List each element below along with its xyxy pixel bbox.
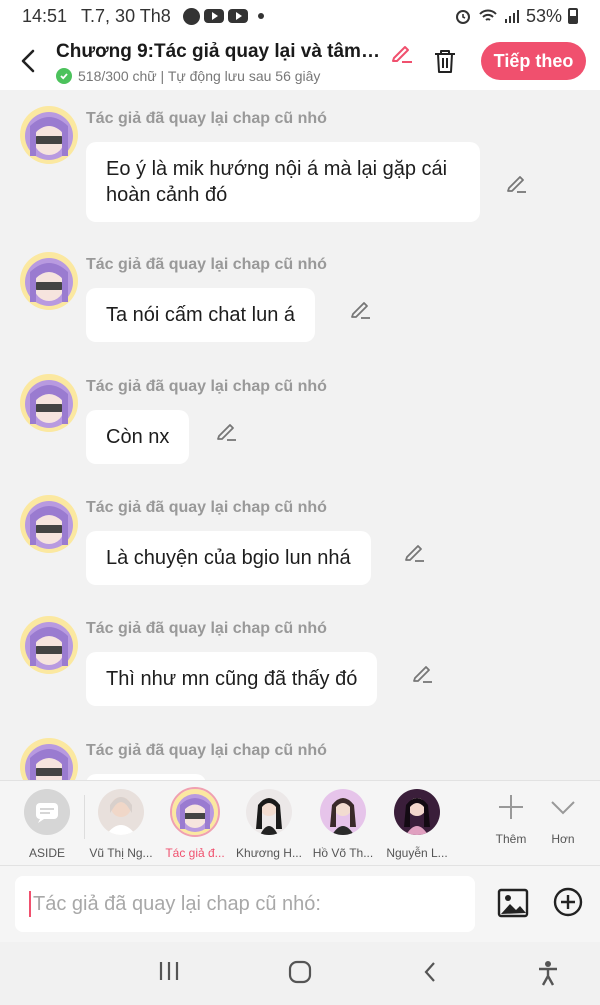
- back-arrow-icon: [21, 49, 35, 73]
- author-avatar: [20, 495, 78, 553]
- trash-icon: [435, 50, 455, 73]
- battery-icon: [568, 8, 578, 24]
- edit-message-button[interactable]: [412, 662, 434, 684]
- character-bar: ASIDE Vũ Thị Ng... Tác giả đ... Khương H…: [0, 780, 600, 866]
- message-bubble[interactable]: Thì như mn cũng đã thấy đó: [86, 652, 378, 706]
- editor-header: Chương 9:Tác giả quay lại và tâm sự 518/…: [0, 32, 600, 90]
- accessibility-icon: [539, 961, 557, 986]
- pencil-icon: [413, 666, 432, 683]
- expand-label: Hơn: [551, 832, 575, 846]
- youtube-icon: [203, 9, 224, 23]
- character-avatar: [246, 789, 292, 835]
- plus-icon: [499, 795, 523, 819]
- add-content-button[interactable]: [552, 886, 584, 923]
- message-bubble[interactable]: Eo ý là mik hướng nội á mà lại gặp cái h…: [86, 142, 480, 222]
- notification-dot-icon: [257, 13, 264, 19]
- character-name: Hồ Võ Th...: [312, 846, 374, 860]
- message-list[interactable]: Tác giả đã quay lại chap cũ nhó Eo ý là …: [0, 90, 600, 780]
- insert-image-button[interactable]: [496, 886, 530, 925]
- sender-name: Tác giả đã quay lại chap cũ nhó: [86, 620, 327, 637]
- home-icon: [288, 960, 312, 984]
- message-input[interactable]: Tác giả đã quay lại chap cũ nhó:: [15, 876, 475, 932]
- sender-name: Tác giả đã quay lại chap cũ nhó: [86, 378, 327, 395]
- pencil-icon: [507, 176, 526, 193]
- status-date: T.7, 30 Th8: [81, 5, 171, 26]
- status-time: 14:51: [22, 5, 68, 26]
- alarm-icon: [455, 10, 470, 24]
- edit-title-button[interactable]: [390, 40, 414, 64]
- character-name: Tác giả đ...: [165, 846, 225, 860]
- recent-apps-icon: [159, 962, 179, 980]
- wifi-icon: [479, 9, 497, 21]
- character-avatar: [394, 789, 440, 835]
- character-item[interactable]: Nguyễn L...: [380, 789, 454, 860]
- plus-circle-icon: [553, 887, 583, 917]
- character-item-selected[interactable]: Tác giả đ...: [158, 787, 232, 860]
- chapter-title[interactable]: Chương 9:Tác giả quay lại và tâm sự: [56, 41, 382, 63]
- status-bar: 14:51 T.7, 30 Th8 53%: [0, 0, 600, 32]
- character-item[interactable]: Khương H...: [232, 789, 306, 860]
- message-bubble[interactable]: Còn nx: [86, 410, 190, 464]
- character-avatar: [170, 787, 220, 837]
- system-nav-bar: [0, 942, 600, 1005]
- image-icon: [497, 888, 529, 918]
- add-character-button[interactable]: Thêm: [486, 793, 536, 846]
- pencil-icon: [405, 545, 424, 562]
- next-button[interactable]: Tiếp theo: [481, 42, 586, 80]
- author-avatar: [20, 738, 78, 780]
- message-input-placeholder: Tác giả đã quay lại chap cũ nhó:: [33, 892, 321, 915]
- expand-button[interactable]: Hơn: [538, 793, 588, 846]
- accessibility-button[interactable]: [536, 960, 560, 986]
- edit-message-button[interactable]: [350, 298, 372, 320]
- edit-message-button[interactable]: [404, 541, 426, 563]
- sender-name: Tác giả đã quay lại chap cũ nhó: [86, 742, 327, 759]
- pencil-icon: [392, 46, 412, 63]
- chevron-down-icon: [551, 801, 575, 815]
- back-nav-button[interactable]: [422, 960, 438, 984]
- author-avatar: [20, 374, 78, 432]
- author-avatar: [20, 616, 78, 674]
- pencil-icon: [351, 302, 370, 319]
- back-button[interactable]: [0, 32, 56, 90]
- character-avatar: [320, 789, 366, 835]
- youtube-icon: [227, 9, 248, 23]
- character-name: Nguyễn L...: [386, 846, 448, 860]
- back-icon: [424, 962, 435, 982]
- pencil-icon: [217, 424, 236, 441]
- character-aside[interactable]: ASIDE: [10, 789, 84, 860]
- character-name: Vũ Thị Ng...: [89, 846, 153, 860]
- message-bubble[interactable]: Ta nói cấm chat lun á: [86, 288, 315, 342]
- sender-name: Tác giả đã quay lại chap cũ nhó: [86, 256, 327, 273]
- text-caret: [29, 891, 31, 917]
- sender-name: Tác giả đã quay lại chap cũ nhó: [86, 499, 327, 516]
- character-name: Khương H...: [236, 846, 302, 860]
- message-bubble[interactable]: Là chuyện của bgio lun nhá: [86, 531, 371, 585]
- word-count-status: 518/300 chữ | Tự động lưu sau 56 giây: [78, 68, 321, 84]
- author-avatar: [20, 106, 78, 164]
- home-button[interactable]: [288, 960, 312, 984]
- aside-icon: [24, 789, 70, 835]
- add-label: Thêm: [495, 832, 527, 846]
- battery-percent: 53%: [525, 5, 562, 26]
- recent-apps-button[interactable]: [158, 960, 180, 982]
- edit-message-button[interactable]: [216, 420, 238, 442]
- character-avatar: [98, 789, 144, 835]
- author-avatar: [20, 252, 78, 310]
- character-name: ASIDE: [28, 846, 65, 860]
- signal-icon: [504, 10, 519, 23]
- facebook-icon: [182, 7, 200, 25]
- check-icon: [56, 68, 72, 84]
- edit-message-button[interactable]: [506, 172, 528, 194]
- input-bar: Tác giả đã quay lại chap cũ nhó:: [0, 866, 600, 942]
- delete-button[interactable]: [423, 39, 467, 83]
- character-item[interactable]: Vũ Thị Ng...: [84, 789, 158, 860]
- sender-name: Tác giả đã quay lại chap cũ nhó: [86, 110, 327, 127]
- character-item[interactable]: Hồ Võ Th...: [306, 789, 380, 860]
